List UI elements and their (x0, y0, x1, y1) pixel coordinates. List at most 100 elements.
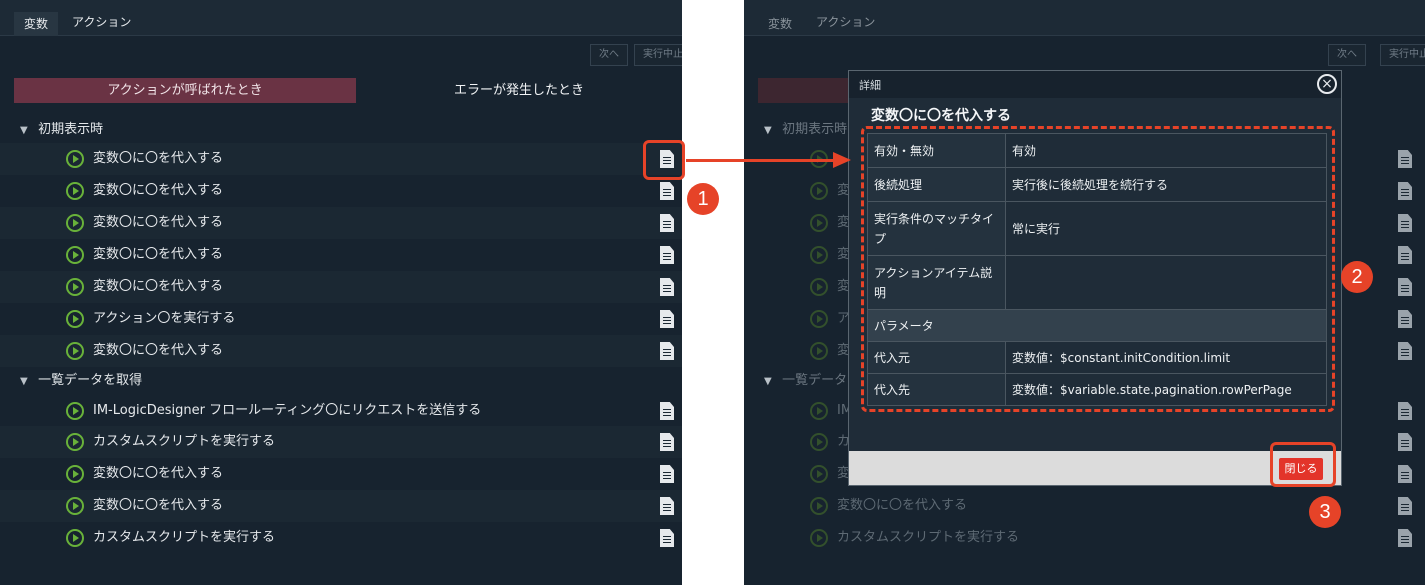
group-init[interactable]: ▼ 初期表示時 (764, 119, 847, 141)
document-icon[interactable] (660, 529, 674, 547)
item-label: 変数〇に〇を代入する (93, 183, 224, 198)
group-label: 一覧データを取得 (38, 373, 143, 388)
highlight-close-button (1270, 442, 1336, 487)
collapse-triangle-icon[interactable]: ▼ (20, 120, 34, 142)
arrow-line (686, 159, 836, 162)
list-item[interactable]: 変数〇に〇を代入する (0, 207, 682, 239)
item-label: アクション〇を実行する (93, 311, 236, 326)
tab-variables[interactable]: 変数 (758, 12, 802, 36)
stop-execution-button[interactable]: 実行中止 (1380, 44, 1425, 66)
play-icon (810, 342, 828, 360)
play-icon (66, 402, 84, 420)
dialog-heading: 変数〇に〇を代入する (871, 108, 1011, 124)
document-icon (1398, 342, 1412, 360)
play-icon (66, 465, 84, 483)
document-icon[interactable] (660, 402, 674, 420)
document-icon (1398, 214, 1412, 232)
list-item[interactable]: 変数〇に〇を代入する (0, 458, 682, 490)
next-button[interactable]: 次へ (590, 44, 628, 66)
collapse-triangle-icon[interactable]: ▼ (764, 120, 778, 142)
play-icon (66, 182, 84, 200)
document-icon (1398, 278, 1412, 296)
highlight-document-icon (643, 140, 685, 180)
list-item[interactable]: IM-LogicDesigner フロールーティング〇にリクエストを送信する (0, 395, 682, 427)
list-item[interactable]: 変数〇に〇を代入する (0, 271, 682, 303)
document-icon[interactable] (660, 246, 674, 264)
segment-error-occurred[interactable]: エラーが発生したとき (356, 78, 682, 103)
item-label: カスタムスクリプトを実行する (837, 530, 1020, 545)
list-item[interactable]: アクション〇を実行する (0, 303, 682, 335)
document-icon (1398, 465, 1412, 483)
step-badge-1: 1 (687, 183, 719, 215)
play-icon (810, 402, 828, 420)
document-icon[interactable] (660, 310, 674, 328)
group-fetch[interactable]: ▼ 一覧データを取得 (20, 370, 142, 392)
play-icon (66, 497, 84, 515)
list-item[interactable]: カスタムスクリプトを実行する (0, 426, 682, 458)
tab-actions[interactable]: アクション (62, 9, 141, 36)
collapse-triangle-icon[interactable]: ▼ (20, 371, 34, 393)
stop-execution-button[interactable]: 実行中止 (634, 44, 682, 66)
document-icon (1398, 433, 1412, 451)
document-icon (1398, 150, 1412, 168)
play-icon (66, 278, 84, 296)
document-icon (1398, 529, 1412, 547)
play-icon (810, 433, 828, 451)
tab-variables[interactable]: 変数 (14, 12, 59, 36)
list-item[interactable]: 変数〇に〇を代入する (0, 490, 682, 522)
play-icon (66, 433, 84, 451)
segment-action-called[interactable]: アクションが呼ばれたとき (14, 78, 356, 103)
play-icon (66, 214, 84, 232)
group-label: 一覧データ (782, 373, 848, 388)
item-label: 変数〇に〇を代入する (93, 279, 224, 294)
play-icon (66, 342, 84, 360)
item-label: 変数〇に〇を代入する (93, 215, 224, 230)
list-item[interactable]: 変数〇に〇を代入する (0, 239, 682, 271)
close-icon[interactable]: × (1317, 74, 1337, 94)
dialog-header: 詳細 × (849, 71, 1341, 98)
play-icon (66, 310, 84, 328)
document-icon (1398, 182, 1412, 200)
document-icon[interactable] (660, 342, 674, 360)
document-icon[interactable] (660, 182, 674, 200)
item-label: 変数〇に〇を代入する (837, 498, 968, 513)
tab-bar: 変数 アクション (0, 0, 682, 36)
group-init[interactable]: ▼ 初期表示時 (20, 119, 103, 141)
play-icon (810, 278, 828, 296)
item-label: カスタムスクリプトを実行する (93, 434, 276, 449)
document-icon[interactable] (660, 465, 674, 483)
item-label: カスタムスクリプトを実行する (93, 530, 276, 545)
document-icon (1398, 497, 1412, 515)
document-icon[interactable] (660, 497, 674, 515)
document-icon[interactable] (660, 214, 674, 232)
next-button[interactable]: 次へ (1328, 44, 1366, 66)
document-icon[interactable] (660, 278, 674, 296)
item-label: 変数〇に〇を代入する (93, 498, 224, 513)
dialog-title: 詳細 (859, 79, 881, 92)
list-item[interactable]: 変数〇に〇を代入する (0, 143, 682, 175)
segment-action-called[interactable] (758, 78, 848, 103)
item-label: 変数〇に〇を代入する (93, 343, 224, 358)
play-icon (66, 246, 84, 264)
dialog-footer: 閉じる (849, 451, 1341, 485)
document-icon (1398, 402, 1412, 420)
tab-actions[interactable]: アクション (806, 9, 885, 36)
arrow-head-icon (833, 152, 851, 168)
play-icon (810, 310, 828, 328)
step-badge-2: 2 (1341, 261, 1373, 293)
list-item[interactable]: 変数〇に〇を代入する (0, 175, 682, 207)
group-fetch[interactable]: ▼ 一覧データ (764, 370, 847, 392)
item-label: 変数〇に〇を代入する (93, 466, 224, 481)
item-label: 変数〇に〇を代入する (93, 151, 224, 166)
document-icon[interactable] (660, 433, 674, 451)
tab-bar: 変数 アクション (744, 0, 1425, 36)
document-icon (1398, 310, 1412, 328)
group-label: 初期表示時 (782, 122, 848, 137)
list-item[interactable]: カスタムスクリプトを実行する (0, 522, 682, 554)
list-item[interactable]: 変数〇に〇を代入する (0, 335, 682, 367)
highlight-detail-table (861, 126, 1335, 412)
group-label: 初期表示時 (38, 122, 104, 137)
document-icon (1398, 246, 1412, 264)
collapse-triangle-icon[interactable]: ▼ (764, 371, 778, 393)
play-icon (810, 529, 828, 547)
